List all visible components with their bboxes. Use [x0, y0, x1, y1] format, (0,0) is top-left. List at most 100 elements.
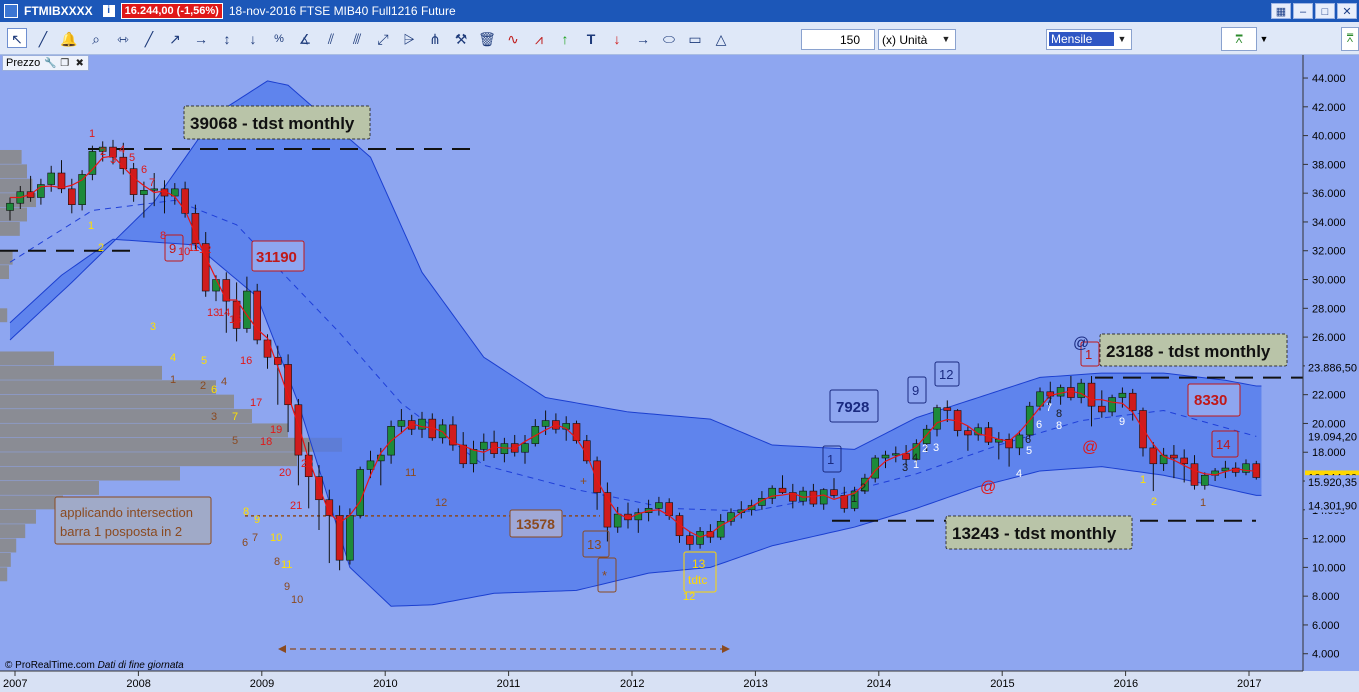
- restore-icon[interactable]: ❐: [59, 58, 70, 69]
- chevron-down-icon[interactable]: ▼: [939, 32, 953, 47]
- candle-body: [1190, 463, 1199, 486]
- vertical-line-icon[interactable]: ↕: [217, 29, 237, 49]
- td-count: 4: [221, 376, 227, 388]
- td-count: 6: [1036, 419, 1042, 431]
- level-label-13243: 13243 - tdst monthly: [952, 524, 1117, 543]
- layout-icon[interactable]: ▦: [1271, 3, 1291, 19]
- zoom-icon[interactable]: ⌕: [86, 29, 106, 49]
- triangle-icon[interactable]: △: [711, 29, 731, 49]
- candle-body: [1128, 392, 1137, 411]
- text-icon[interactable]: T: [581, 29, 601, 49]
- y-tick-label: 18.000: [1312, 447, 1346, 459]
- down-arrow-icon[interactable]: ↓: [607, 29, 627, 49]
- units-input[interactable]: 150: [801, 29, 875, 50]
- x-tick-label: 2017: [1237, 678, 1261, 690]
- price-change-badge: 16.244,00 (-1,56%): [120, 3, 223, 19]
- trendline-icon[interactable]: ╱: [139, 29, 159, 49]
- td-count: 20: [279, 467, 291, 479]
- units-select[interactable]: (x) Unità ▼: [878, 29, 956, 50]
- indicator-icon[interactable]: ⩞: [1341, 27, 1359, 51]
- fan-icon[interactable]: ⫽: [321, 29, 341, 49]
- td-count: 4: [170, 352, 176, 364]
- td-count: 2: [100, 146, 106, 158]
- tools-icon[interactable]: ⚒: [451, 29, 471, 49]
- close-icon[interactable]: ✕: [1337, 3, 1357, 19]
- profile-bar: [0, 380, 216, 395]
- chevron-down-icon[interactable]: ▼: [1258, 27, 1270, 51]
- channel-icon[interactable]: ⫻: [347, 29, 367, 49]
- vertical-ray-icon[interactable]: ↓: [243, 29, 263, 49]
- y-tick-label: 42.000: [1312, 102, 1346, 114]
- candle-body: [1118, 392, 1127, 398]
- maximize-icon[interactable]: □: [1315, 3, 1335, 19]
- window-icon[interactable]: [4, 4, 18, 18]
- td-count: 6: [242, 537, 248, 549]
- up-arrow-icon[interactable]: ↑: [555, 29, 575, 49]
- x-tick-label: 2007: [3, 678, 27, 690]
- horizontal-ray-icon[interactable]: →: [191, 29, 211, 49]
- right-arrow-icon[interactable]: →: [633, 29, 653, 49]
- candle-body: [469, 449, 478, 465]
- wave-icon[interactable]: ∿: [503, 29, 523, 49]
- candle-body: [881, 454, 890, 459]
- price-label: 19.094,20: [1308, 431, 1357, 443]
- minimize-icon[interactable]: –: [1293, 3, 1313, 19]
- td-count: 3: [933, 442, 939, 454]
- ellipse-icon[interactable]: ⬭: [659, 29, 679, 49]
- chart-type-icon[interactable]: ⩞: [1221, 27, 1257, 51]
- td-count: 11: [281, 559, 292, 571]
- candle-body: [222, 279, 231, 302]
- ray-icon[interactable]: ↗: [165, 29, 185, 49]
- td-count: 7: [232, 411, 238, 423]
- fibonacci-icon[interactable]: ∡: [295, 29, 315, 49]
- candle-body: [541, 420, 550, 427]
- candle-body: [6, 202, 14, 211]
- candle-body: [778, 487, 787, 493]
- profile-bar: [0, 495, 63, 510]
- td-count: 5: [1026, 445, 1032, 457]
- ruler-icon[interactable]: ╱: [33, 29, 53, 49]
- profile-bar: [0, 567, 8, 582]
- profile-bar: [0, 509, 36, 524]
- td-count: 19: [270, 424, 282, 436]
- info-icon[interactable]: i: [102, 5, 115, 17]
- at-marker-red: @: [980, 479, 996, 496]
- x-tick-label: 2016: [1114, 678, 1138, 690]
- profile-bar: [0, 308, 8, 323]
- td-count: 11: [405, 467, 416, 479]
- instrument-symbol[interactable]: FTMIBXXXX: [24, 4, 93, 18]
- period-select[interactable]: Mensile ▼: [1046, 29, 1132, 50]
- candle-body: [68, 188, 76, 205]
- close-icon[interactable]: ✖: [74, 58, 85, 69]
- cursor-icon[interactable]: ↖: [7, 28, 27, 48]
- candle-body: [1067, 387, 1075, 398]
- candle-body: [696, 531, 704, 545]
- y-tick-label: 28.000: [1312, 303, 1346, 315]
- price-chart[interactable]: 39068 - tdst monthly 23188 - tdst monthly…: [0, 55, 1359, 692]
- profile-bar: [0, 552, 11, 567]
- x-tick-label: 2011: [497, 678, 521, 690]
- zigzag-icon[interactable]: ⩘: [529, 29, 549, 49]
- y-tick-label: 44.000: [1312, 73, 1346, 85]
- regression-icon[interactable]: ⩥: [399, 29, 419, 49]
- value-box-8330-text: 8330: [1194, 392, 1227, 409]
- td-count: 2: [200, 380, 206, 392]
- chart-title: 18-nov-2016 FTSE MIB40 Full1216 Future: [228, 4, 456, 18]
- candle-body: [212, 279, 220, 292]
- td-count: 5: [201, 355, 207, 367]
- x-tick-label: 2012: [620, 678, 644, 690]
- y-tick-label: 20.000: [1312, 418, 1346, 430]
- percent-icon[interactable]: %: [269, 29, 289, 49]
- wrench-icon[interactable]: 🔧: [44, 58, 56, 69]
- trash-icon[interactable]: 🗑: [477, 29, 497, 49]
- at-marker-red: @: [1082, 439, 1098, 456]
- value-box-7928-text: 7928: [836, 399, 869, 416]
- pitchfork-icon[interactable]: ⋔: [425, 29, 445, 49]
- horizontal-line-icon[interactable]: ⇿: [113, 29, 133, 49]
- trading-platform-window: FTMIBXXXX i 16.244,00 (-1,56%) 18-nov-20…: [0, 0, 1359, 692]
- alarm-icon[interactable]: 🔔: [59, 29, 79, 49]
- candle-body: [253, 290, 261, 341]
- rectangle-icon[interactable]: ▭: [685, 29, 705, 49]
- chevron-down-icon[interactable]: ▼: [1115, 32, 1129, 47]
- arrows-icon[interactable]: ⤢: [373, 29, 393, 49]
